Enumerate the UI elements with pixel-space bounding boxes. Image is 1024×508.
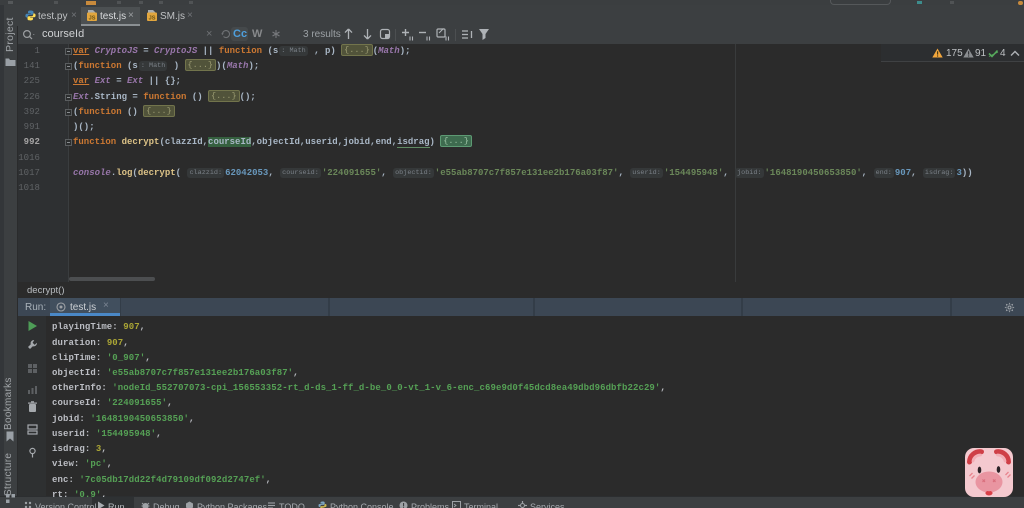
svg-text:JS: JS <box>89 16 96 21</box>
svg-text:JS: JS <box>149 16 156 21</box>
